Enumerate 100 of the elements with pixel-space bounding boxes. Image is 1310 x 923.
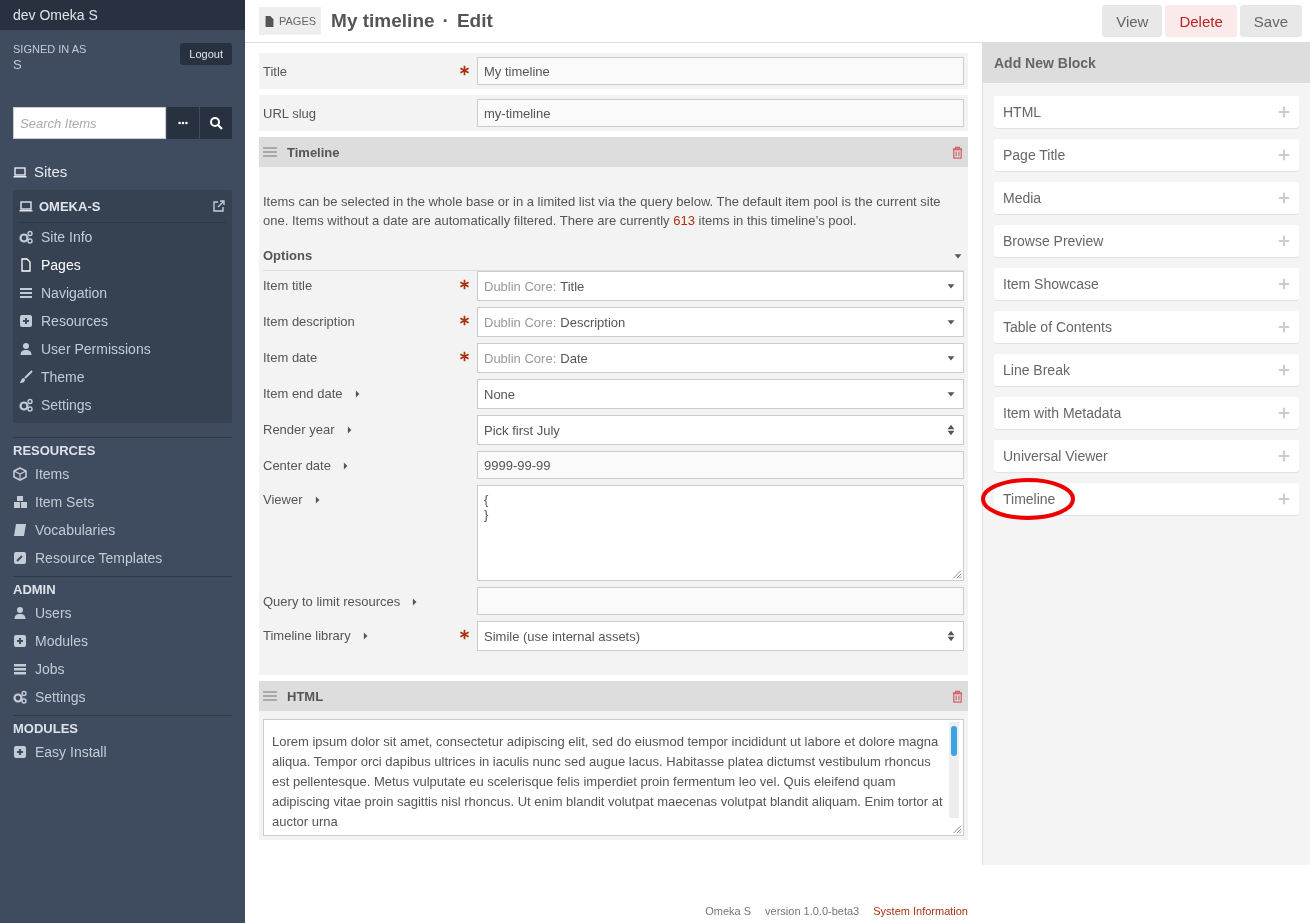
add-block-item[interactable]: Media — [994, 182, 1299, 214]
block-title: Timeline — [287, 144, 341, 160]
page-action: Edit — [456, 10, 493, 32]
signed-in-label: SIGNED IN AS — [13, 43, 87, 55]
user-icon — [13, 606, 27, 620]
select-field[interactable]: Simile (use internal assets) — [477, 621, 964, 651]
cube-icon — [13, 467, 27, 481]
site-name[interactable]: OMEKA-S — [39, 198, 206, 214]
updown-arrows-icon — [945, 630, 957, 642]
required-icon — [458, 315, 470, 326]
select-field[interactable]: None — [477, 379, 964, 409]
text-field[interactable]: my-timeline — [477, 99, 964, 127]
section-heading: ADMIN — [13, 581, 57, 599]
add-block-item[interactable]: Item with Metadata — [994, 397, 1299, 429]
nav-link[interactable]: Modules — [35, 633, 88, 649]
select-field[interactable]: Dublin Core: Description — [477, 307, 964, 337]
action-button[interactable]: View — [1102, 5, 1163, 37]
search-button[interactable] — [200, 107, 232, 139]
action-button[interactable]: Save — [1239, 5, 1302, 37]
field-label: URL slug — [263, 106, 316, 121]
select-field[interactable]: Dublin Core: Date — [477, 343, 964, 373]
select-field[interactable]: Dublin Core: Title — [477, 271, 964, 301]
site-nav-item[interactable]: User Permissions — [19, 335, 226, 363]
add-block-item[interactable]: Table of Contents — [994, 311, 1299, 343]
add-block-item[interactable]: Item Showcase — [994, 268, 1299, 300]
block-description: Items can be selected in the whole base or in a limited list via the query below. The default item pool is the current site one. Items without a date are automatically filtered. There are currently 613 items in this timeline’s pool. — [262, 193, 942, 230]
plus-box-icon — [13, 634, 27, 648]
add-block-item[interactable]: Browse Preview — [994, 225, 1299, 257]
resize-handle-icon — [950, 822, 962, 834]
external-link-icon — [212, 199, 226, 213]
site-nav-item[interactable]: Settings — [19, 391, 226, 419]
select-field[interactable]: Pick first July — [477, 415, 964, 445]
field-label: Item date — [263, 350, 318, 365]
action-button[interactable]: Delete — [1165, 5, 1237, 37]
field-label: Render year — [263, 422, 335, 437]
plus-icon — [1278, 321, 1290, 333]
field-label: Viewer — [263, 492, 303, 507]
nav-link[interactable]: Items — [35, 466, 70, 482]
text-field[interactable]: 9999-99-99 — [477, 451, 964, 479]
resize-handle-icon — [950, 567, 962, 579]
nav-link[interactable]: Item Sets — [35, 494, 95, 510]
footer-version: version 1.0.0-beta3 — [765, 905, 860, 917]
nav-link[interactable]: Settings — [35, 689, 86, 705]
nav-link[interactable]: Users — [35, 605, 72, 621]
site-nav-item[interactable]: Navigation — [19, 279, 226, 307]
add-block-item[interactable]: Page Title — [994, 139, 1299, 171]
site-nav-item[interactable]: Pages — [19, 251, 226, 279]
plus-icon — [1278, 407, 1290, 419]
required-icon — [458, 279, 470, 290]
list-icon — [19, 286, 33, 300]
gears-icon — [19, 230, 33, 244]
plus-box-icon — [13, 745, 27, 759]
field-label: Query to limit resources — [263, 594, 401, 609]
logout-button[interactable]: Logout — [180, 43, 232, 65]
section-badge: PAGES — [259, 7, 322, 35]
laptop-icon — [19, 199, 33, 213]
plus-icon — [1278, 493, 1290, 505]
plus-icon — [1278, 278, 1290, 290]
block-title: HTML — [287, 688, 325, 704]
nav-link[interactable]: Jobs — [35, 661, 65, 677]
system-info-link[interactable]: System Information — [873, 905, 968, 917]
textarea-field[interactable]: { } — [477, 485, 964, 581]
page-title: My timeline — [331, 10, 435, 32]
html-editor[interactable]: Lorem ipsum dolor sit amet, consectetur adipiscing elit, sed do eiusmod tempor incididunt ut labore et dolore magna aliqua. Tempor orci dapibus ultrices in iaculis nunc sed augue lacus. Habitasse platea dictumst vestibulum rhoncus est pellentesque. Metus vulputate eu scelerisque felis imperdiet proin fermentum leo vel. Quis eleifend quam adipiscing vitae proin sagittis nisl rhoncus. Ut enim blandit volutpat maecenas volutpat blandit aliquam. Enim tortor at auctor urna — [263, 719, 964, 836]
cubes-icon — [13, 495, 27, 509]
add-block-item[interactable]: HTML — [994, 96, 1299, 128]
book-icon — [13, 523, 27, 537]
add-block-item[interactable]: Universal Viewer — [994, 440, 1299, 472]
add-block-item[interactable]: Timeline — [994, 483, 1299, 515]
drag-handle-icon — [263, 145, 277, 159]
required-icon — [458, 351, 470, 362]
document-icon — [264, 15, 275, 27]
trash-icon — [951, 145, 964, 159]
add-block-item[interactable]: Line Break — [994, 354, 1299, 386]
plus-icon — [1278, 235, 1290, 247]
drag-handle-icon — [263, 689, 277, 703]
plus-icon — [1278, 192, 1290, 204]
user-name: S — [13, 57, 23, 72]
nav-link[interactable]: Vocabularies — [35, 522, 116, 538]
gears-icon — [19, 398, 33, 412]
sites-heading[interactable]: Sites — [34, 163, 68, 180]
nav-link[interactable]: Easy Install — [35, 744, 107, 760]
site-nav-item[interactable]: Theme — [19, 363, 226, 391]
scrollbar[interactable] — [949, 722, 959, 818]
nav-link[interactable]: Resource Templates — [35, 550, 163, 566]
panel-heading: Add New Block — [983, 43, 1310, 83]
site-nav-item[interactable]: Site Info — [19, 223, 226, 251]
laptop-icon — [13, 164, 27, 179]
options-heading[interactable]: Options — [263, 248, 313, 263]
site-nav-item[interactable]: Resources — [19, 307, 226, 335]
page-icon — [19, 258, 33, 272]
trash-icon — [951, 689, 964, 703]
stack-icon — [13, 662, 27, 676]
text-field[interactable] — [477, 587, 964, 615]
section-heading: MODULES — [13, 720, 79, 738]
plus-icon — [1278, 450, 1290, 462]
brush-icon — [19, 370, 33, 384]
text-field[interactable]: My timeline — [477, 57, 964, 85]
field-label: Title — [263, 64, 288, 79]
field-label: Item description — [263, 314, 355, 329]
